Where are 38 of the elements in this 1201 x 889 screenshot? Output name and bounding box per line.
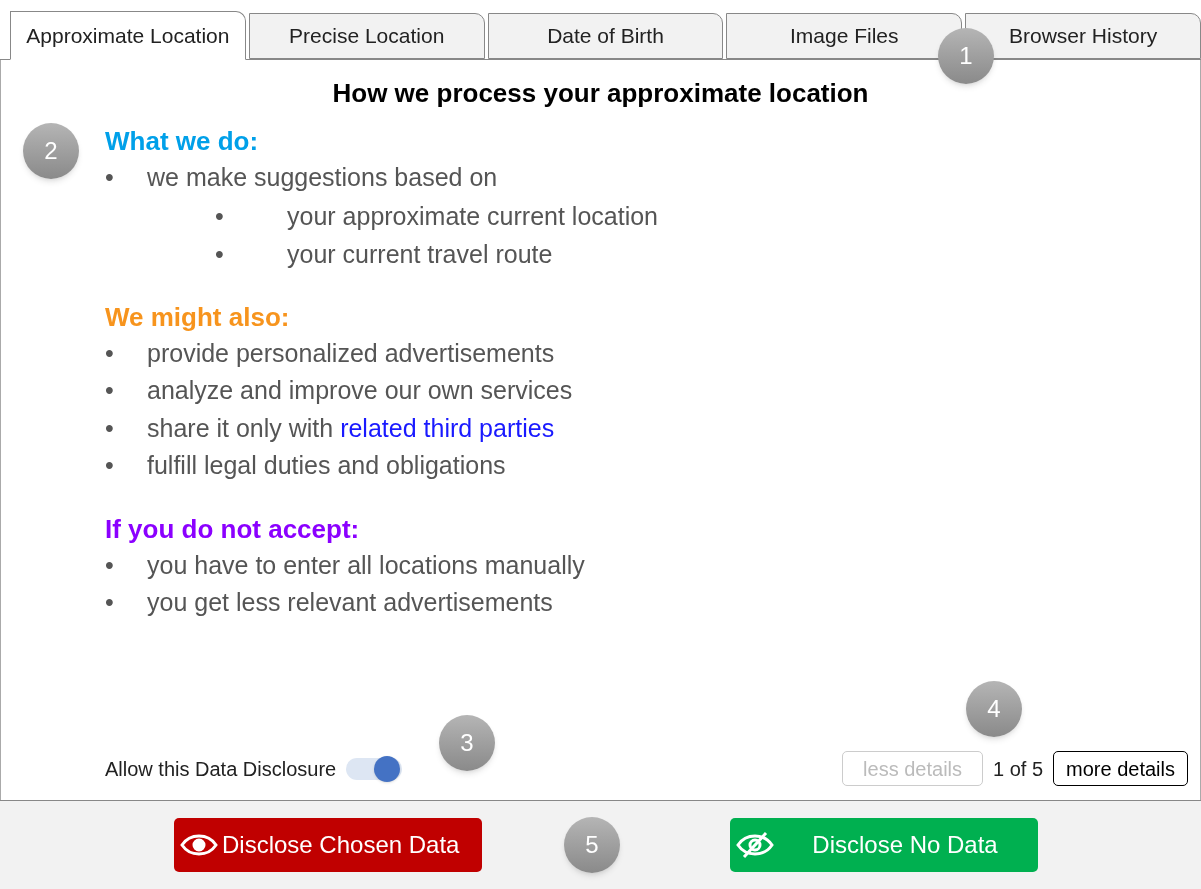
list-item: you get less relevant advertisements <box>147 587 553 618</box>
tab[interactable]: Precise Location <box>248 13 485 59</box>
section-heading: What we do: <box>105 125 260 158</box>
list-item: provide personalized advertisements <box>147 337 555 369</box>
step-marker: 1 <box>938 28 994 84</box>
toggle-switch[interactable] <box>346 757 403 780</box>
third-parties-link[interactable]: related third parties <box>340 409 555 447</box>
toggle-label: Allow this Data Disclosure <box>105 756 337 782</box>
section-heading: We might also: <box>105 300 291 334</box>
tab[interactable]: Approximate Location <box>10 11 246 60</box>
more-details-button[interactable]: more details <box>1053 751 1188 786</box>
tab[interactable]: Image Files <box>726 13 963 59</box>
eye-crossed-icon <box>736 832 774 858</box>
bullet: • <box>105 162 115 193</box>
eye-icon <box>180 832 218 858</box>
page-count: 1 of 5 <box>993 756 1044 782</box>
bullet: • <box>105 412 115 444</box>
list-item: your current travel route <box>287 238 553 270</box>
bullet: • <box>105 549 115 581</box>
section-heading: If you do not accept: <box>105 512 361 546</box>
list-item: your approximate current location <box>287 200 659 232</box>
bullet: • <box>105 450 115 481</box>
step-marker: 2 <box>23 123 79 179</box>
list-item: you have to enter all locations manually <box>147 549 585 581</box>
list-item: share it only with <box>147 412 335 444</box>
page-title: How we process your approximate location <box>331 77 870 110</box>
step-marker: 3 <box>439 715 495 771</box>
bullet: • <box>215 238 225 270</box>
list-item: we make suggestions based on <box>147 162 498 193</box>
bullet: • <box>105 375 115 406</box>
bullet: • <box>105 337 115 369</box>
tab[interactable]: Date of Birth <box>487 13 724 59</box>
list-item: fulfill legal duties and obligations <box>147 450 506 481</box>
disclose-button[interactable]: Disclose Chosen Data <box>174 818 482 872</box>
bullet: • <box>215 200 225 232</box>
list-item: analyze and improve our own services <box>147 375 573 406</box>
step-marker: 4 <box>966 681 1022 737</box>
bullet: • <box>105 587 115 618</box>
